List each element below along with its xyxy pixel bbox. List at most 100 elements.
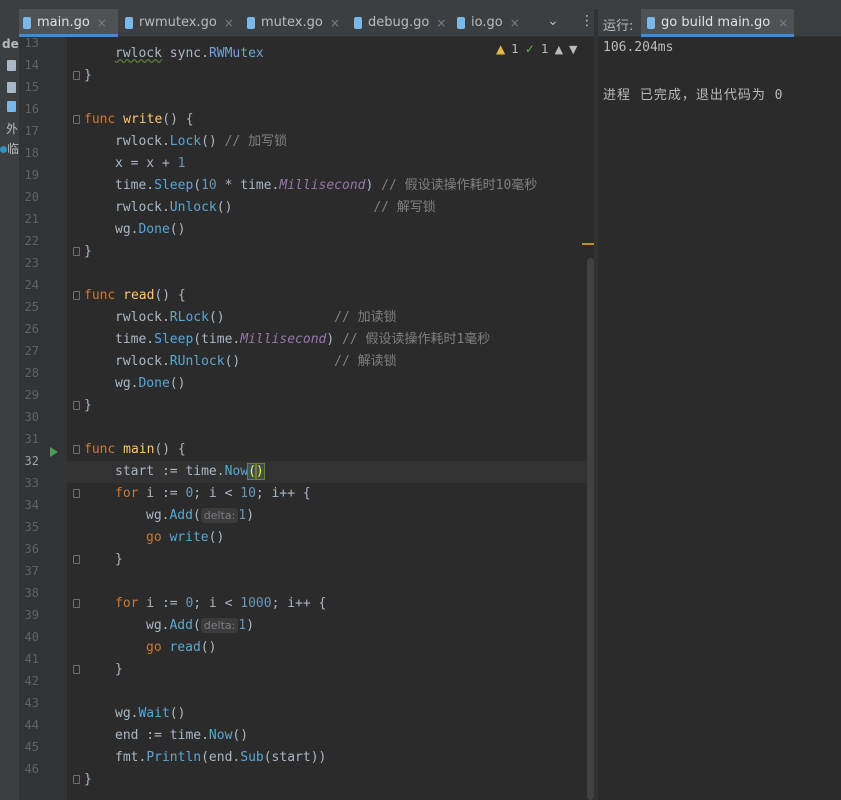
code-line-21: wg.Done() [115,222,186,237]
line-number[interactable]: 37 [19,560,39,582]
code-line-20: rwlock.Unlock() // 解写锁 [115,200,436,215]
editor-scrollbar[interactable] [587,258,594,800]
close-icon[interactable]: × [330,16,340,30]
line-number[interactable]: 18 [19,142,39,164]
line-number[interactable]: 32 [19,450,39,472]
code-line-36: } [115,552,123,567]
line-number[interactable]: 25 [19,296,39,318]
run-gutter-icon[interactable] [50,447,58,457]
matching-brace: ( [247,463,257,480]
more-options-icon[interactable]: ⋮ [580,13,594,29]
line-number[interactable]: 23 [19,252,39,274]
line-number[interactable]: 39 [19,604,39,626]
line-number[interactable]: 41 [19,648,39,670]
tab-label: mutex.go [261,15,323,30]
title-strip [0,0,841,9]
fold-marker[interactable] [73,665,80,674]
tab-main-go[interactable]: main.go × [19,9,118,37]
line-number[interactable]: 27 [19,340,39,362]
fold-marker[interactable] [73,71,80,80]
fold-marker[interactable] [73,247,80,256]
code-editor[interactable]: 13 14 15 16 17 18 19 20 21 22 23 24 25 26 27 28 29 30 31 32… [19,37,594,800]
file-icon[interactable] [7,82,16,93]
line-number[interactable]: 14 [19,54,39,76]
line-number[interactable]: 34 [19,494,39,516]
line-number[interactable]: 44 [19,714,39,736]
line-number[interactable]: 36 [19,538,39,560]
go-build-icon [647,16,655,29]
tab-rwmutex-go[interactable]: rwmutex.go × [121,9,239,36]
line-number[interactable]: 26 [19,318,39,340]
code-line-40: go read() [146,640,217,655]
file-icon[interactable] [7,60,16,71]
tab-go-build-main[interactable]: go build main.go × [641,9,795,37]
line-number[interactable]: 22 [19,230,39,252]
line-number[interactable]: 21 [19,208,39,230]
code-line-41: } [115,662,123,677]
close-icon[interactable]: × [778,16,788,30]
fold-marker[interactable] [73,445,80,454]
code-line-29: } [84,398,92,413]
line-number[interactable]: 35 [19,516,39,538]
go-file-icon [23,16,31,29]
code-line-34: wg.Add(delta: 1) [146,508,255,523]
line-number[interactable]: 15 [19,76,39,98]
line-number[interactable]: 13 [19,37,39,54]
warning-icon: ▲ [496,42,506,56]
tab-io-go[interactable]: io.go × [453,9,539,36]
code-line-16: func write() { [84,112,194,127]
scratches-item[interactable]: 临 [7,140,19,157]
line-number[interactable]: 19 [19,164,39,186]
fold-marker[interactable] [73,775,80,784]
line-number[interactable]: 28 [19,362,39,384]
line-number[interactable]: 38 [19,582,39,604]
editor-tab-bar: main.go × rwmutex.go × mutex.go × debug.… [19,9,598,37]
tab-debug-go[interactable]: debug.go × [350,9,457,36]
close-icon[interactable]: × [97,16,107,30]
code-line-28: wg.Done() [115,376,186,391]
console-output-exit: 进程 已完成，退出代码为 0 [603,88,784,103]
scratch-icon [0,146,7,153]
line-number[interactable]: 46 [19,758,39,780]
go-file-icon[interactable] [7,101,16,112]
line-number[interactable]: 17 [19,120,39,142]
matching-brace: ) [254,463,265,480]
close-icon[interactable]: × [510,16,520,30]
inspection-widget[interactable]: ▲ 1 ✓ 1 ▲ ▼ [496,42,578,56]
fold-marker[interactable] [73,599,80,608]
line-number[interactable]: 45 [19,736,39,758]
fold-marker[interactable] [73,555,80,564]
code-line-24: func read() { [84,288,186,303]
fold-marker[interactable] [73,489,80,498]
line-number[interactable]: 24 [19,274,39,296]
fold-marker[interactable] [73,401,80,410]
chevron-down-icon[interactable]: ⌄ [547,13,559,29]
previous-highlight-icon[interactable]: ▲ [555,43,563,56]
line-number[interactable]: 40 [19,626,39,648]
next-highlight-icon[interactable]: ▼ [569,43,577,56]
parameter-hint: delta: [200,618,239,633]
go-file-icon [354,16,362,29]
line-number[interactable]: 33 [19,472,39,494]
close-icon[interactable]: × [436,16,446,30]
line-number[interactable]: 16 [19,98,39,120]
go-file-icon [125,16,133,29]
line-number[interactable]: 29 [19,384,39,406]
tab-label: main.go [37,15,90,30]
project-tool-strip: de 外 临 [0,9,19,800]
close-icon[interactable]: × [224,16,234,30]
line-number[interactable]: 30 [19,406,39,428]
line-number[interactable]: 43 [19,692,39,714]
external-libraries-item[interactable]: 外 [6,120,18,137]
line-number[interactable]: 20 [19,186,39,208]
fold-marker[interactable] [73,115,80,124]
project-item-de[interactable]: de [2,37,19,51]
line-number[interactable]: 42 [19,670,39,692]
code-line-38: for i := 0; i < 1000; i++ { [115,596,327,611]
tab-label: io.go [471,15,503,30]
line-number[interactable]: 31 [19,428,39,450]
code-line-22: } [84,244,92,259]
fold-marker[interactable] [73,291,80,300]
tab-mutex-go[interactable]: mutex.go × [243,9,347,36]
warning-stripe-marker[interactable] [582,243,594,245]
